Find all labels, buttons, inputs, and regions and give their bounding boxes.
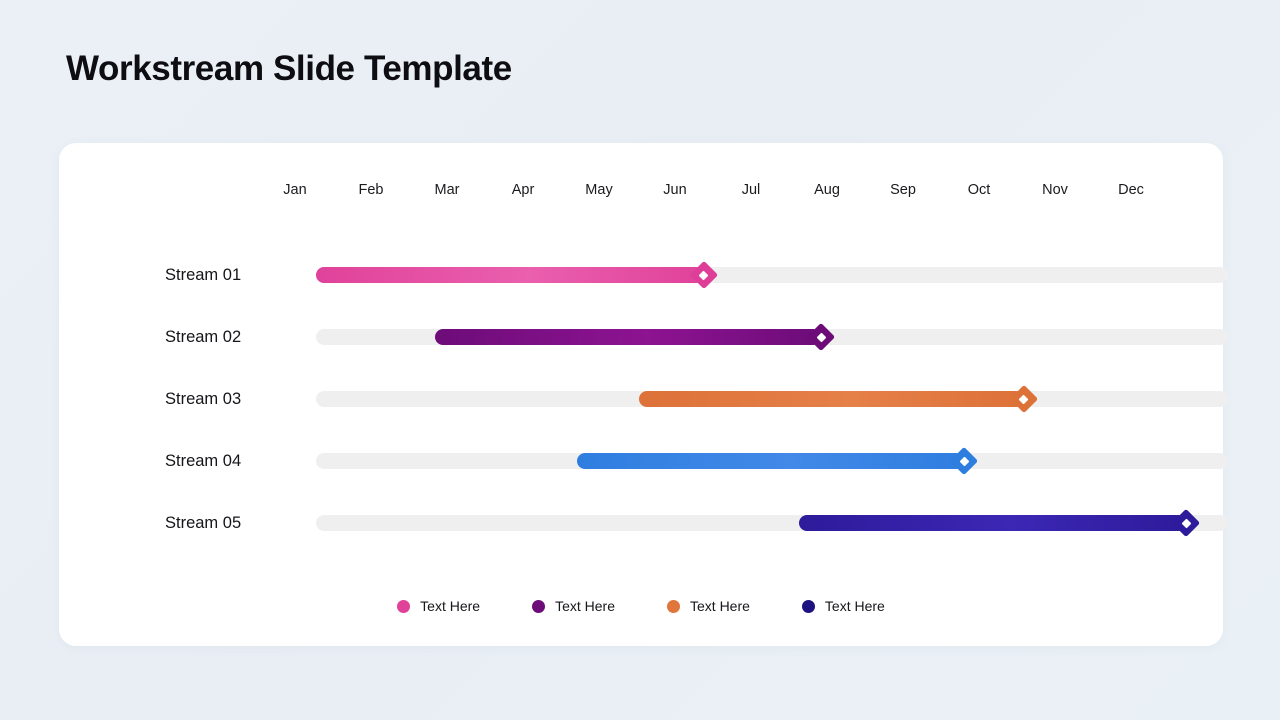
- legend-label: Text Here: [420, 598, 481, 614]
- legend-color-dot-icon: [397, 599, 411, 613]
- milestone-diamond-icon[interactable]: [1009, 384, 1038, 414]
- workstream-row: Stream 04: [59, 446, 1228, 476]
- page-title: Workstream Slide Template: [66, 49, 512, 88]
- workstream-row: Stream 01: [59, 260, 1228, 290]
- workstream-row: Stream 02: [59, 322, 1228, 352]
- workstream-label: Stream 05: [165, 514, 242, 532]
- legend-label: Text Here: [824, 598, 885, 614]
- milestone-diamond-icon[interactable]: [689, 260, 718, 290]
- workstream-bar[interactable]: [638, 391, 1024, 407]
- workstream-bar[interactable]: [576, 453, 965, 469]
- milestone-diamond-icon[interactable]: [950, 446, 979, 476]
- workstream-row: Stream 05: [59, 508, 1228, 538]
- milestone-diamond-icon[interactable]: [807, 322, 836, 352]
- workstream-bar[interactable]: [799, 515, 1187, 531]
- workstream-bar[interactable]: [316, 267, 704, 283]
- milestone-diamond-icon[interactable]: [1171, 508, 1201, 538]
- legend-item[interactable]: Text Here: [667, 598, 750, 614]
- legend-color-dot-icon: [801, 599, 815, 613]
- legend: Text Here Text Here Text Here Text Here: [59, 598, 1223, 614]
- workstream-label: Stream 04: [165, 452, 242, 470]
- workstream-bar[interactable]: [434, 329, 822, 345]
- workstream-label: Stream 01: [165, 266, 242, 284]
- workstream-label: Stream 02: [165, 328, 242, 346]
- legend-label: Text Here: [555, 598, 615, 614]
- legend-color-dot-icon: [667, 599, 680, 613]
- legend-item[interactable]: Text Here: [532, 598, 615, 614]
- legend-item[interactable]: Text Here: [397, 598, 480, 614]
- timeline-card: Jan Feb Mar Apr May Jun Jul Aug Sep Oct Nov Dec Str…: [59, 143, 1228, 646]
- workstream-row: Stream 03: [59, 384, 1228, 414]
- workstream-rows: Stream 01 Stream 02 Stream 03 Stream 04 Stre…: [59, 143, 1228, 646]
- legend-color-dot-icon: [532, 599, 546, 613]
- legend-item[interactable]: Text Here: [801, 598, 885, 614]
- workstream-label: Stream 03: [165, 390, 242, 408]
- legend-label: Text Here: [690, 598, 750, 614]
